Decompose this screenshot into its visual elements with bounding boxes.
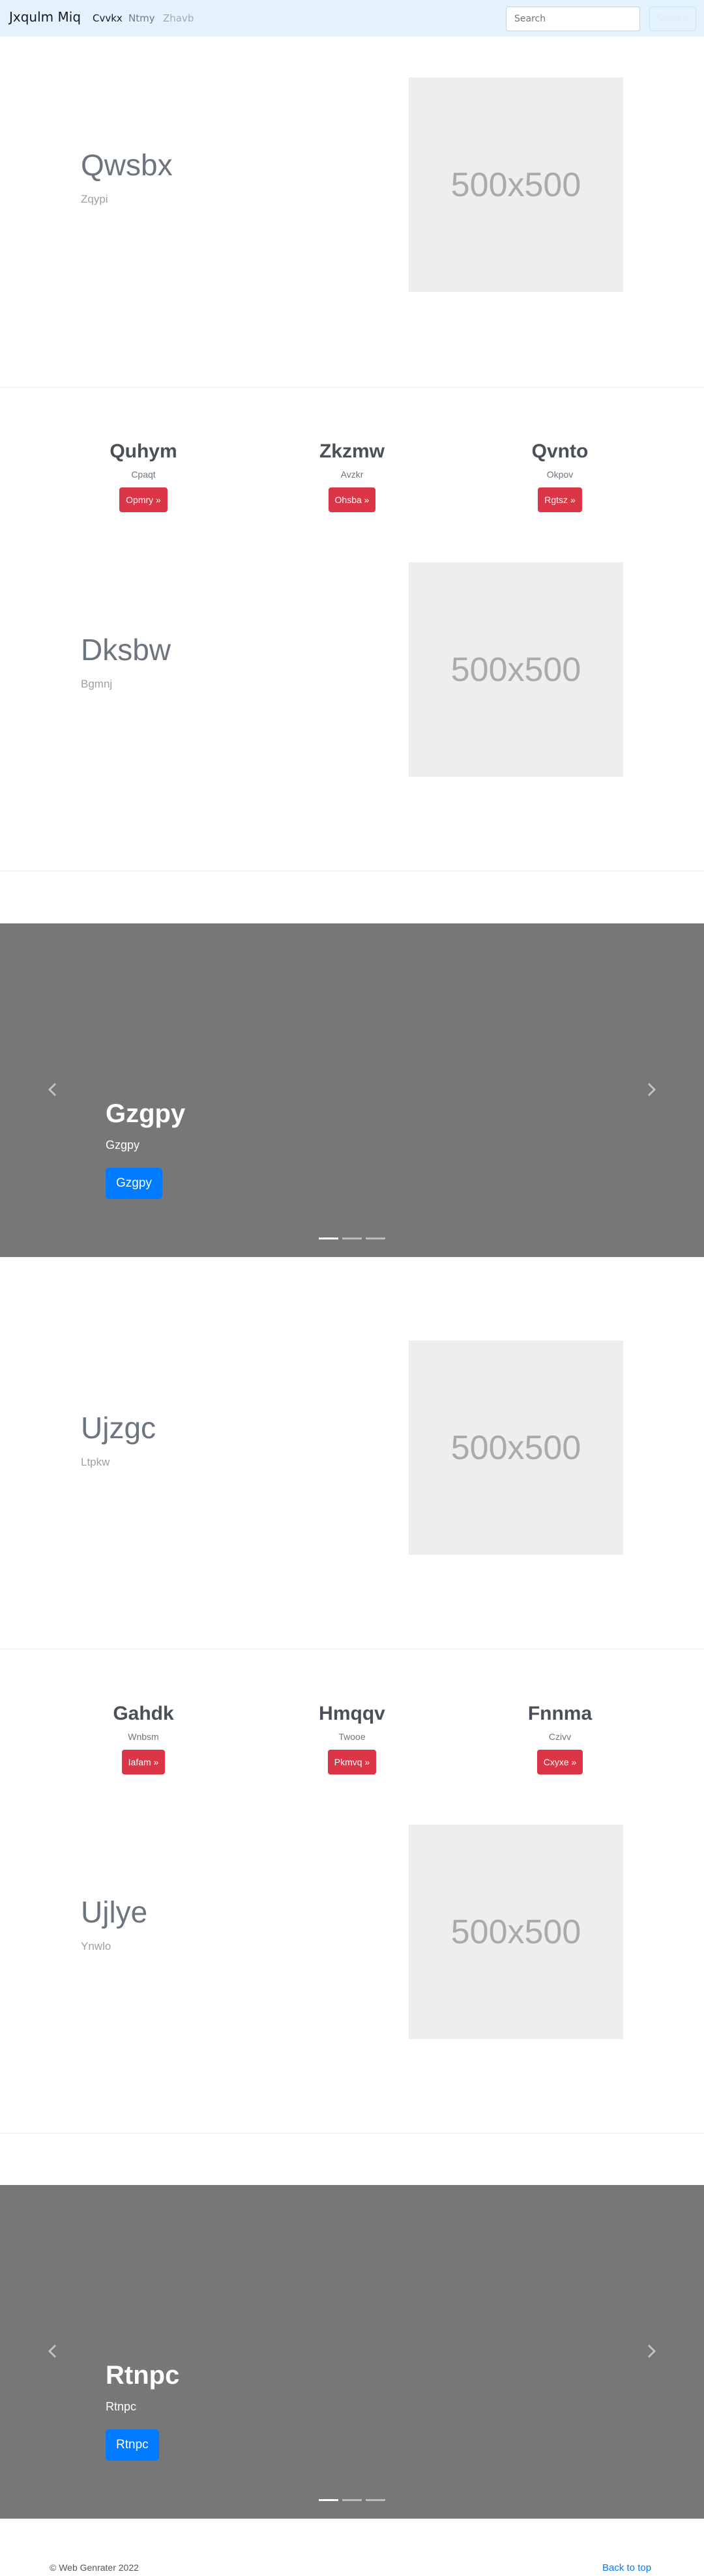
footer-copyright: © Web Genrater 2022 xyxy=(50,2562,139,2573)
placeholder-label: 500x500 xyxy=(450,650,581,689)
nav-link-zhavb[interactable]: Zhavb xyxy=(163,12,194,24)
carousel-prev-icon[interactable] xyxy=(43,2341,63,2361)
placeholder-image: 500x500 xyxy=(409,78,623,292)
section-divider xyxy=(0,387,704,388)
carousel-indicator[interactable] xyxy=(319,2499,338,2501)
feature-button[interactable]: Cxyxe » xyxy=(536,1750,583,1774)
nav-link-cvvkx[interactable]: Cvvkx xyxy=(93,12,123,24)
carousel-indicator[interactable] xyxy=(342,2499,362,2501)
hero-subtitle: Zqypi xyxy=(81,193,108,205)
feature-card: Fnnma Czivv Cxyxe » xyxy=(495,1703,625,1774)
navbar-brand[interactable]: Jxqulm Miq xyxy=(9,9,81,25)
carousel: Rtnpc Rtnpc Rtnpc xyxy=(0,2185,704,2519)
feature-button[interactable]: Opmry » xyxy=(119,487,168,512)
hero-subtitle: Ltpkw xyxy=(81,1456,110,1468)
feature-card: Hmqqv Twooe Pkmvq » xyxy=(287,1703,417,1774)
feature-title: Zkzmw xyxy=(319,441,385,462)
placeholder-label: 500x500 xyxy=(450,166,581,204)
placeholder-image: 500x500 xyxy=(409,1340,623,1555)
placeholder-image: 500x500 xyxy=(409,562,623,777)
carousel-indicator[interactable] xyxy=(366,1237,385,1239)
hero-title: Dksbw xyxy=(81,633,171,667)
hero-title: Ujlye xyxy=(81,1895,148,1929)
feature-card: Quhym Cpaqt Opmry » xyxy=(78,441,209,512)
feature-card: Zkzmw Avzkr Ohsba » xyxy=(287,441,417,512)
navbar: Jxqulm Miq Cvvkx Ntmy Zhavb Search xyxy=(0,0,704,36)
carousel-title: Gzgpy xyxy=(106,1099,186,1128)
feature-subtitle: Czivv xyxy=(548,1731,572,1742)
placeholder-image: 500x500 xyxy=(409,1825,623,2039)
feature-title: Fnnma xyxy=(527,1703,593,1724)
feature-subtitle: Avzkr xyxy=(340,469,364,480)
feature-title: Quhym xyxy=(110,441,177,462)
feature-button[interactable]: Rgtsz » xyxy=(538,487,582,512)
placeholder-label: 500x500 xyxy=(450,1913,581,1951)
feature-card: Gahdk Wnbsm Iafam » xyxy=(78,1703,209,1774)
carousel-indicator[interactable] xyxy=(366,2499,385,2501)
hero-section: Dksbw Bgmnj 500x500 xyxy=(0,521,704,873)
hero-section: Ujzgc Ltpkw 500x500 xyxy=(0,1299,704,1651)
hero-subtitle: Ynwlo xyxy=(81,1940,111,1952)
feature-title: Gahdk xyxy=(113,1703,174,1724)
back-to-top-link[interactable]: Back to top xyxy=(602,2562,651,2573)
carousel-indicator[interactable] xyxy=(342,1237,362,1239)
hero-section: Qwsbx Zqypi 500x500 xyxy=(0,36,704,388)
feature-subtitle: Twooe xyxy=(338,1731,366,1742)
placeholder-label: 500x500 xyxy=(450,1428,581,1467)
feature-button[interactable]: Iafam » xyxy=(121,1750,166,1774)
carousel-indicator[interactable] xyxy=(319,1237,338,1239)
hero-subtitle: Bgmnj xyxy=(81,678,113,690)
carousel-next-icon[interactable] xyxy=(641,2341,661,2361)
carousel-next-icon[interactable] xyxy=(641,1080,661,1099)
carousel-title: Rtnpc xyxy=(106,2361,180,2390)
carousel-button[interactable]: Rtnpc xyxy=(106,2429,159,2461)
hero-section: Ujlye Ynwlo 500x500 xyxy=(0,1784,704,2135)
feature-title: Hmqqv xyxy=(319,1703,385,1724)
feature-subtitle: Cpaqt xyxy=(131,469,156,480)
nav-link-ntmy[interactable]: Ntmy xyxy=(128,12,155,24)
feature-title: Qvnto xyxy=(531,441,589,462)
search-input[interactable] xyxy=(506,7,640,31)
section-divider xyxy=(0,2133,704,2134)
carousel-subtitle: Gzgpy xyxy=(106,1138,140,1151)
feature-button[interactable]: Pkmvq » xyxy=(327,1750,377,1774)
carousel-prev-icon[interactable] xyxy=(43,1080,63,1099)
feature-subtitle: Okpov xyxy=(546,469,574,480)
feature-card: Qvnto Okpov Rgtsz » xyxy=(495,441,625,512)
search-button[interactable]: Search xyxy=(649,7,696,31)
carousel-button[interactable]: Gzgpy xyxy=(106,1168,162,1199)
hero-title: Ujzgc xyxy=(81,1411,156,1445)
feature-subtitle: Wnbsm xyxy=(128,1731,159,1742)
feature-button[interactable]: Ohsba » xyxy=(328,487,376,512)
carousel: Gzgpy Gzgpy Gzgpy xyxy=(0,923,704,1257)
hero-title: Qwsbx xyxy=(81,148,173,182)
carousel-subtitle: Rtnpc xyxy=(106,2400,137,2413)
